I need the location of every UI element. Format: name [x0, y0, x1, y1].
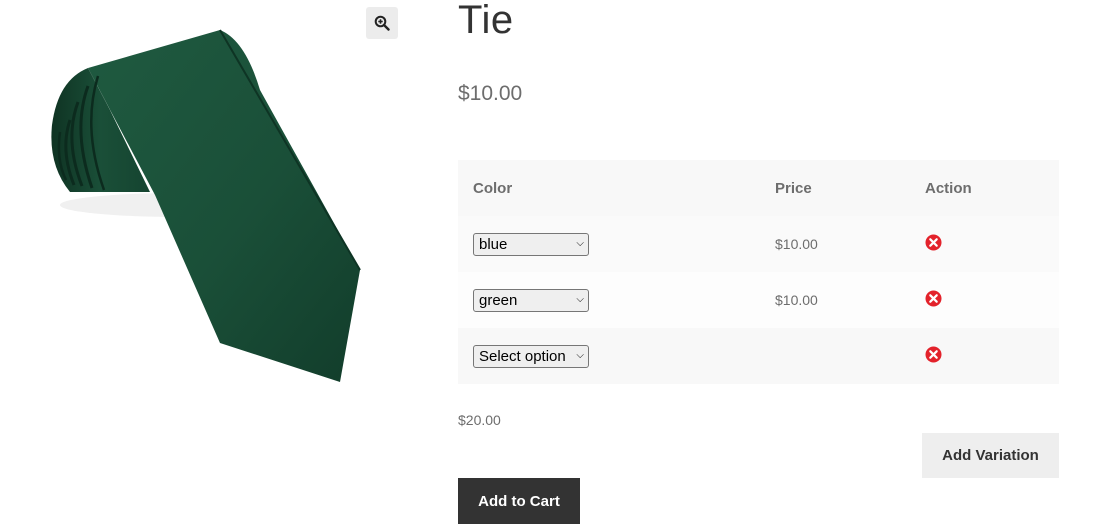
- variations-table: Color Price Action blue ⌵ $10.00 green ⌵…: [458, 160, 1059, 384]
- remove-icon[interactable]: [925, 346, 942, 363]
- variation-price: [760, 328, 910, 384]
- add-to-cart-button[interactable]: Add to Cart: [458, 478, 580, 524]
- header-action: Action: [910, 160, 1059, 216]
- variations-total: $20.00: [458, 412, 501, 428]
- color-select[interactable]: blue ⌵: [473, 232, 589, 256]
- product-page: Tie $10.00 Color Price Action blue ⌵ $10…: [0, 0, 1120, 532]
- remove-icon[interactable]: [925, 234, 942, 251]
- chevron-down-icon: ⌵: [576, 294, 584, 305]
- add-variation-button[interactable]: Add Variation: [922, 433, 1059, 478]
- variation-price: $10.00: [760, 272, 910, 328]
- product-gallery: [0, 0, 420, 532]
- color-select-value: blue: [479, 235, 508, 253]
- color-select-value: green: [479, 291, 518, 309]
- chevron-down-icon: ⌵: [576, 238, 584, 249]
- chevron-down-icon: ⌵: [576, 350, 584, 361]
- variation-row: Select option ⌵: [458, 328, 1059, 384]
- green-tie-image[interactable]: [30, 20, 380, 400]
- variation-row: green ⌵ $10.00: [458, 272, 1059, 328]
- color-select[interactable]: Select option ⌵: [473, 344, 589, 368]
- header-price: Price: [760, 160, 910, 216]
- product-title: Tie: [458, 0, 514, 42]
- variation-price: $10.00: [760, 216, 910, 272]
- color-select-value: Select option: [479, 347, 566, 365]
- header-color: Color: [458, 160, 760, 216]
- variation-row: blue ⌵ $10.00: [458, 216, 1059, 272]
- product-price: $10.00: [458, 82, 523, 105]
- variations-header-row: Color Price Action: [458, 160, 1059, 216]
- color-select[interactable]: green ⌵: [473, 288, 589, 312]
- remove-icon[interactable]: [925, 290, 942, 307]
